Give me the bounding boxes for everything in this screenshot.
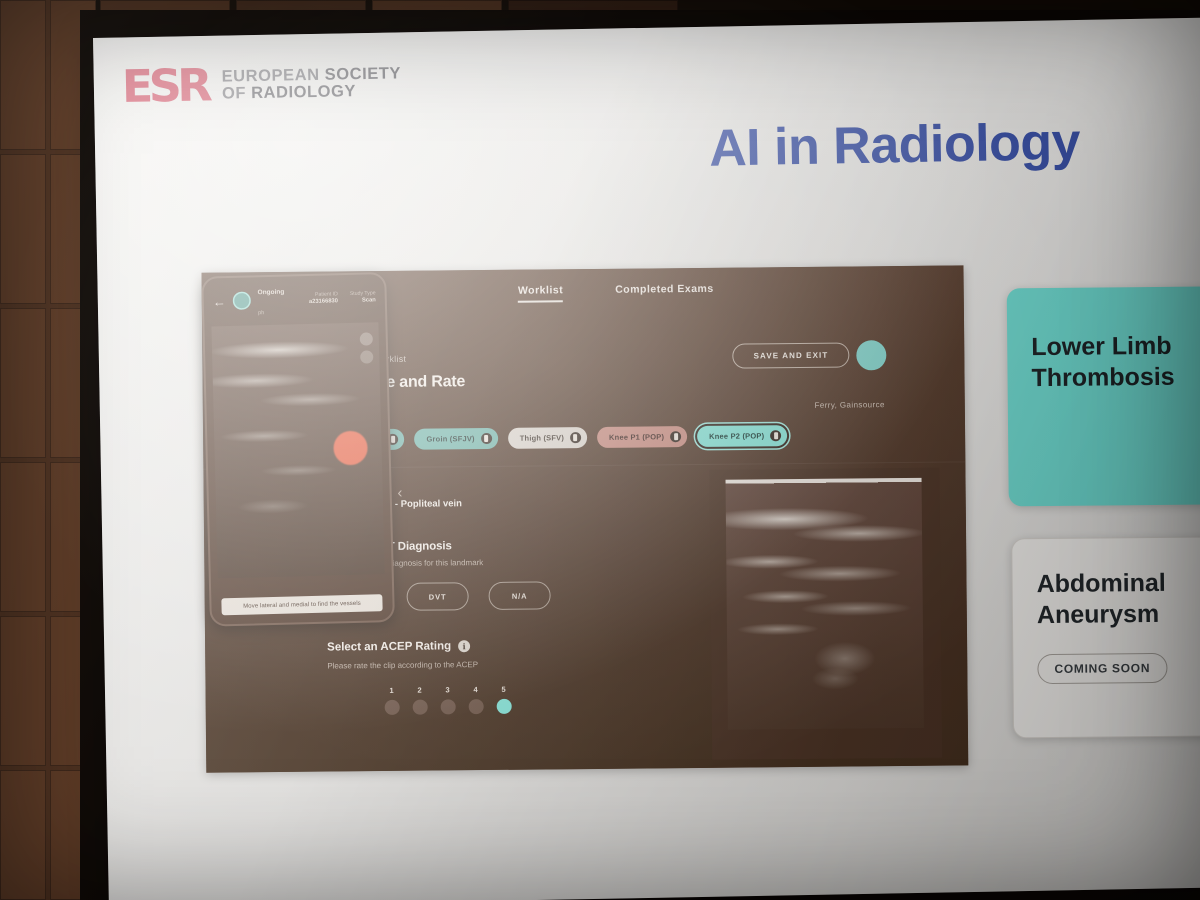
phone-meta-value: Scan: [361, 296, 376, 304]
wall-panel: [0, 770, 46, 900]
app-nav: Worklist Completed Exams: [518, 281, 944, 303]
acep-rating-number: 5: [501, 684, 506, 694]
landmark-pill-row: Lower (CFV) Groin (SFJV) Thigh (SFV) Kne…: [323, 425, 788, 451]
landmark-pill-thigh[interactable]: Thigh (SFV): [507, 427, 588, 449]
ultrasound-bmode-image: [725, 477, 924, 730]
save-and-exit-button[interactable]: SAVE AND EXIT: [732, 342, 850, 369]
landmark-pill-label: Groin (SFJV): [426, 434, 475, 444]
landmark-pill-status-icon: [569, 432, 582, 444]
phone-status-label: Ongoing: [257, 288, 285, 297]
acep-rating-dot: [496, 698, 512, 714]
landmark-pill-groin[interactable]: Groin (SFJV): [414, 427, 498, 450]
product-card-title-line1: Abdominal: [1036, 568, 1166, 599]
esr-logo-mark: ESR: [121, 60, 209, 114]
product-card-abdominal-aneurysm[interactable]: Abdominal Aneurysm COMING SOON: [1011, 536, 1200, 739]
carousel-prev-icon[interactable]: ‹: [397, 484, 402, 501]
phone-tool-icon[interactable]: [359, 332, 373, 346]
product-card-title: Lower Limb Thrombosis: [1007, 286, 1200, 393]
coming-soon-badge: COMING SOON: [1037, 652, 1168, 685]
landmark-pill-label: Knee P2 (POP): [709, 431, 765, 441]
landmark-pill-status-icon: [670, 431, 682, 443]
wall-panel: [0, 462, 46, 612]
user-avatar[interactable]: [856, 340, 887, 371]
product-card-title-line2: Thrombosis: [1031, 362, 1175, 392]
acep-rating-5[interactable]: 5: [495, 684, 512, 714]
info-icon[interactable]: i: [458, 640, 471, 653]
landmark-pill-knee-p1[interactable]: Knee P1 (POP): [596, 426, 688, 448]
product-card-title: Abdominal Aneurysm: [1012, 537, 1200, 630]
acep-rating-dot: [468, 699, 484, 715]
landmark-pill-knee-p2[interactable]: Knee P2 (POP): [697, 425, 788, 447]
wall-panel: [0, 616, 46, 766]
esr-logo-wordmark: EUROPEAN SOCIETY OF RADIOLOGY: [221, 64, 402, 104]
diagnosis-option-dvt[interactable]: DVT: [406, 582, 469, 611]
presentation-slide: ESR EUROPEAN SOCIETY OF RADIOLOGY AI in …: [93, 17, 1200, 900]
phone-meta: Patient ID a23166830 Study Type Scan: [309, 290, 376, 306]
acep-rating-number: 1: [389, 685, 394, 695]
landmark-pill-label: Thigh (SFV): [519, 433, 565, 443]
phone-meta-patient-id: Patient ID a23166830: [309, 291, 338, 306]
wall-panel: [0, 308, 46, 458]
acep-rating-2[interactable]: 2: [411, 685, 428, 715]
phone-status-sub: ph: [258, 310, 265, 317]
acep-section-title: Select an ACEP Rating i: [327, 640, 471, 654]
acep-rating-dot: [440, 699, 456, 715]
acep-rating-3[interactable]: 3: [439, 685, 456, 715]
esr-wordmark-line2: OF RADIOLOGY: [221, 82, 357, 104]
product-card-title-line1: Lower Limb: [1031, 331, 1172, 362]
phone-status-icon: [232, 291, 252, 310]
phone-header: ← Ongoing ph Patient ID a23166830 Study …: [203, 274, 385, 325]
acep-rating-dot: [412, 699, 428, 715]
diagnosis-option-na[interactable]: N/A: [488, 581, 551, 610]
phone-ultrasound-view[interactable]: [211, 322, 385, 579]
phone-back-icon[interactable]: ←: [213, 294, 226, 309]
phone-meta-value: a23166830: [308, 297, 339, 305]
acep-rating-scale: 1 2 3 4 5: [383, 684, 512, 716]
slide-title: AI in Radiology: [708, 112, 1081, 178]
acep-rating-dot: [384, 699, 400, 716]
landmark-pill-status-icon: [480, 432, 492, 445]
nav-tab-completed-exams[interactable]: Completed Exams: [615, 283, 714, 302]
phone-meta-study-type: Study Type Scan: [350, 290, 376, 305]
ultrasound-viewer[interactable]: [709, 467, 943, 760]
acep-rating-number: 3: [445, 685, 450, 695]
acep-section-subtitle: Please rate the clip according to the AC…: [327, 660, 479, 671]
phone-guidance-caption: Move lateral and medial to find the vess…: [221, 594, 383, 616]
phone-edit-icon[interactable]: [360, 350, 374, 364]
landmark-pill-status-icon: [770, 430, 782, 442]
product-card-title-line2: Aneurysm: [1036, 599, 1160, 629]
nav-tab-worklist[interactable]: Worklist: [518, 284, 563, 302]
product-card-lower-limb-thrombosis[interactable]: Lower Limb Thrombosis: [1006, 286, 1200, 507]
patient-name-label: Ferry, Gainsource: [814, 400, 885, 410]
phone-status: Ongoing ph: [257, 280, 285, 321]
acep-rating-number: 2: [417, 685, 422, 695]
acep-rating-4[interactable]: 4: [467, 685, 484, 715]
landmark-pill-label: Knee P1 (POP): [608, 432, 665, 442]
acep-title-label: Select an ACEP Rating: [327, 640, 452, 654]
acep-rating-1[interactable]: 1: [383, 685, 400, 716]
esr-logo: ESR EUROPEAN SOCIETY OF RADIOLOGY: [121, 60, 402, 114]
wall-panel: [0, 154, 46, 304]
acep-rating-number: 4: [473, 685, 478, 695]
mobile-app-overlay: ← Ongoing ph Patient ID a23166830 Study …: [201, 272, 395, 627]
vessel-marker-icon: [333, 430, 368, 466]
